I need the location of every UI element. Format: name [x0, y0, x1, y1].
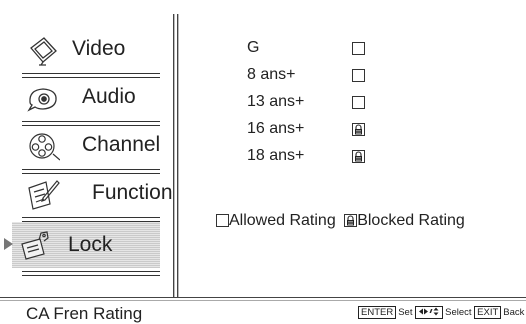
- allowed-box-icon: [216, 214, 229, 232]
- rating-label: 13 ans+: [247, 93, 305, 110]
- arrow-keys-icon: [415, 306, 444, 319]
- allowed-checkbox-icon[interactable]: [352, 96, 365, 114]
- rating-row-16-ans[interactable]: 16 ans+: [247, 120, 427, 142]
- divider-vertical-inner: [177, 14, 179, 298]
- rating-row-13-ans[interactable]: 13 ans+: [247, 93, 427, 115]
- tv-icon: [26, 34, 60, 66]
- menu-item-video[interactable]: Video: [12, 28, 160, 78]
- menu-label-video: Video: [72, 37, 126, 60]
- notepad-icon: [26, 178, 60, 210]
- exit-key: EXIT: [474, 306, 502, 319]
- rating-label: 8 ans+: [247, 66, 296, 83]
- rating-row-8-ans[interactable]: 8 ans+: [247, 66, 427, 88]
- menu-label-audio: Audio: [82, 85, 136, 108]
- page-title: CA Fren Rating: [26, 304, 143, 323]
- menu-separator: [22, 271, 160, 276]
- key-hints: ENTER Set Select EXIT Back: [358, 306, 524, 319]
- menu-item-function[interactable]: Function: [12, 172, 173, 222]
- allowed-checkbox-icon[interactable]: [352, 42, 365, 60]
- legend-allowed-label: Allowed Rating: [229, 212, 336, 229]
- rating-legend: Allowed Rating Blocked Rating: [216, 212, 469, 232]
- blocked-lock-icon: [344, 214, 358, 232]
- divider-vertical: [173, 14, 175, 298]
- rating-label: 16 ans+: [247, 120, 305, 137]
- menu-label-channel: Channel: [82, 133, 161, 156]
- film-reel-icon: [26, 130, 61, 162]
- allowed-checkbox-icon[interactable]: [352, 69, 365, 87]
- lock-icon: [18, 230, 52, 262]
- menu-label-function: Function: [92, 181, 173, 204]
- menu-item-channel[interactable]: Channel: [12, 124, 161, 174]
- set-label: Set: [398, 307, 413, 318]
- rating-row-g[interactable]: G: [247, 39, 427, 61]
- divider-footer: [0, 297, 526, 301]
- select-label: Select: [445, 307, 472, 318]
- blocked-lock-icon[interactable]: [352, 150, 365, 168]
- enter-key: ENTER: [358, 306, 397, 319]
- rating-label: G: [247, 39, 260, 56]
- menu-screen: Video Audio Channel Function Lock G 8 an…: [0, 0, 526, 323]
- back-label: Back: [503, 307, 525, 318]
- menu-item-lock[interactable]: Lock: [4, 222, 160, 276]
- legend-blocked-label: Blocked Rating: [357, 212, 465, 229]
- rating-row-18-ans[interactable]: 18 ans+: [247, 147, 427, 169]
- menu-item-audio[interactable]: Audio: [12, 76, 160, 126]
- blocked-lock-icon[interactable]: [352, 123, 365, 141]
- selection-pointer-icon: [4, 238, 13, 250]
- rating-label: 18 ans+: [247, 147, 305, 164]
- speaker-icon: [26, 82, 60, 114]
- menu-label-lock: Lock: [68, 233, 113, 256]
